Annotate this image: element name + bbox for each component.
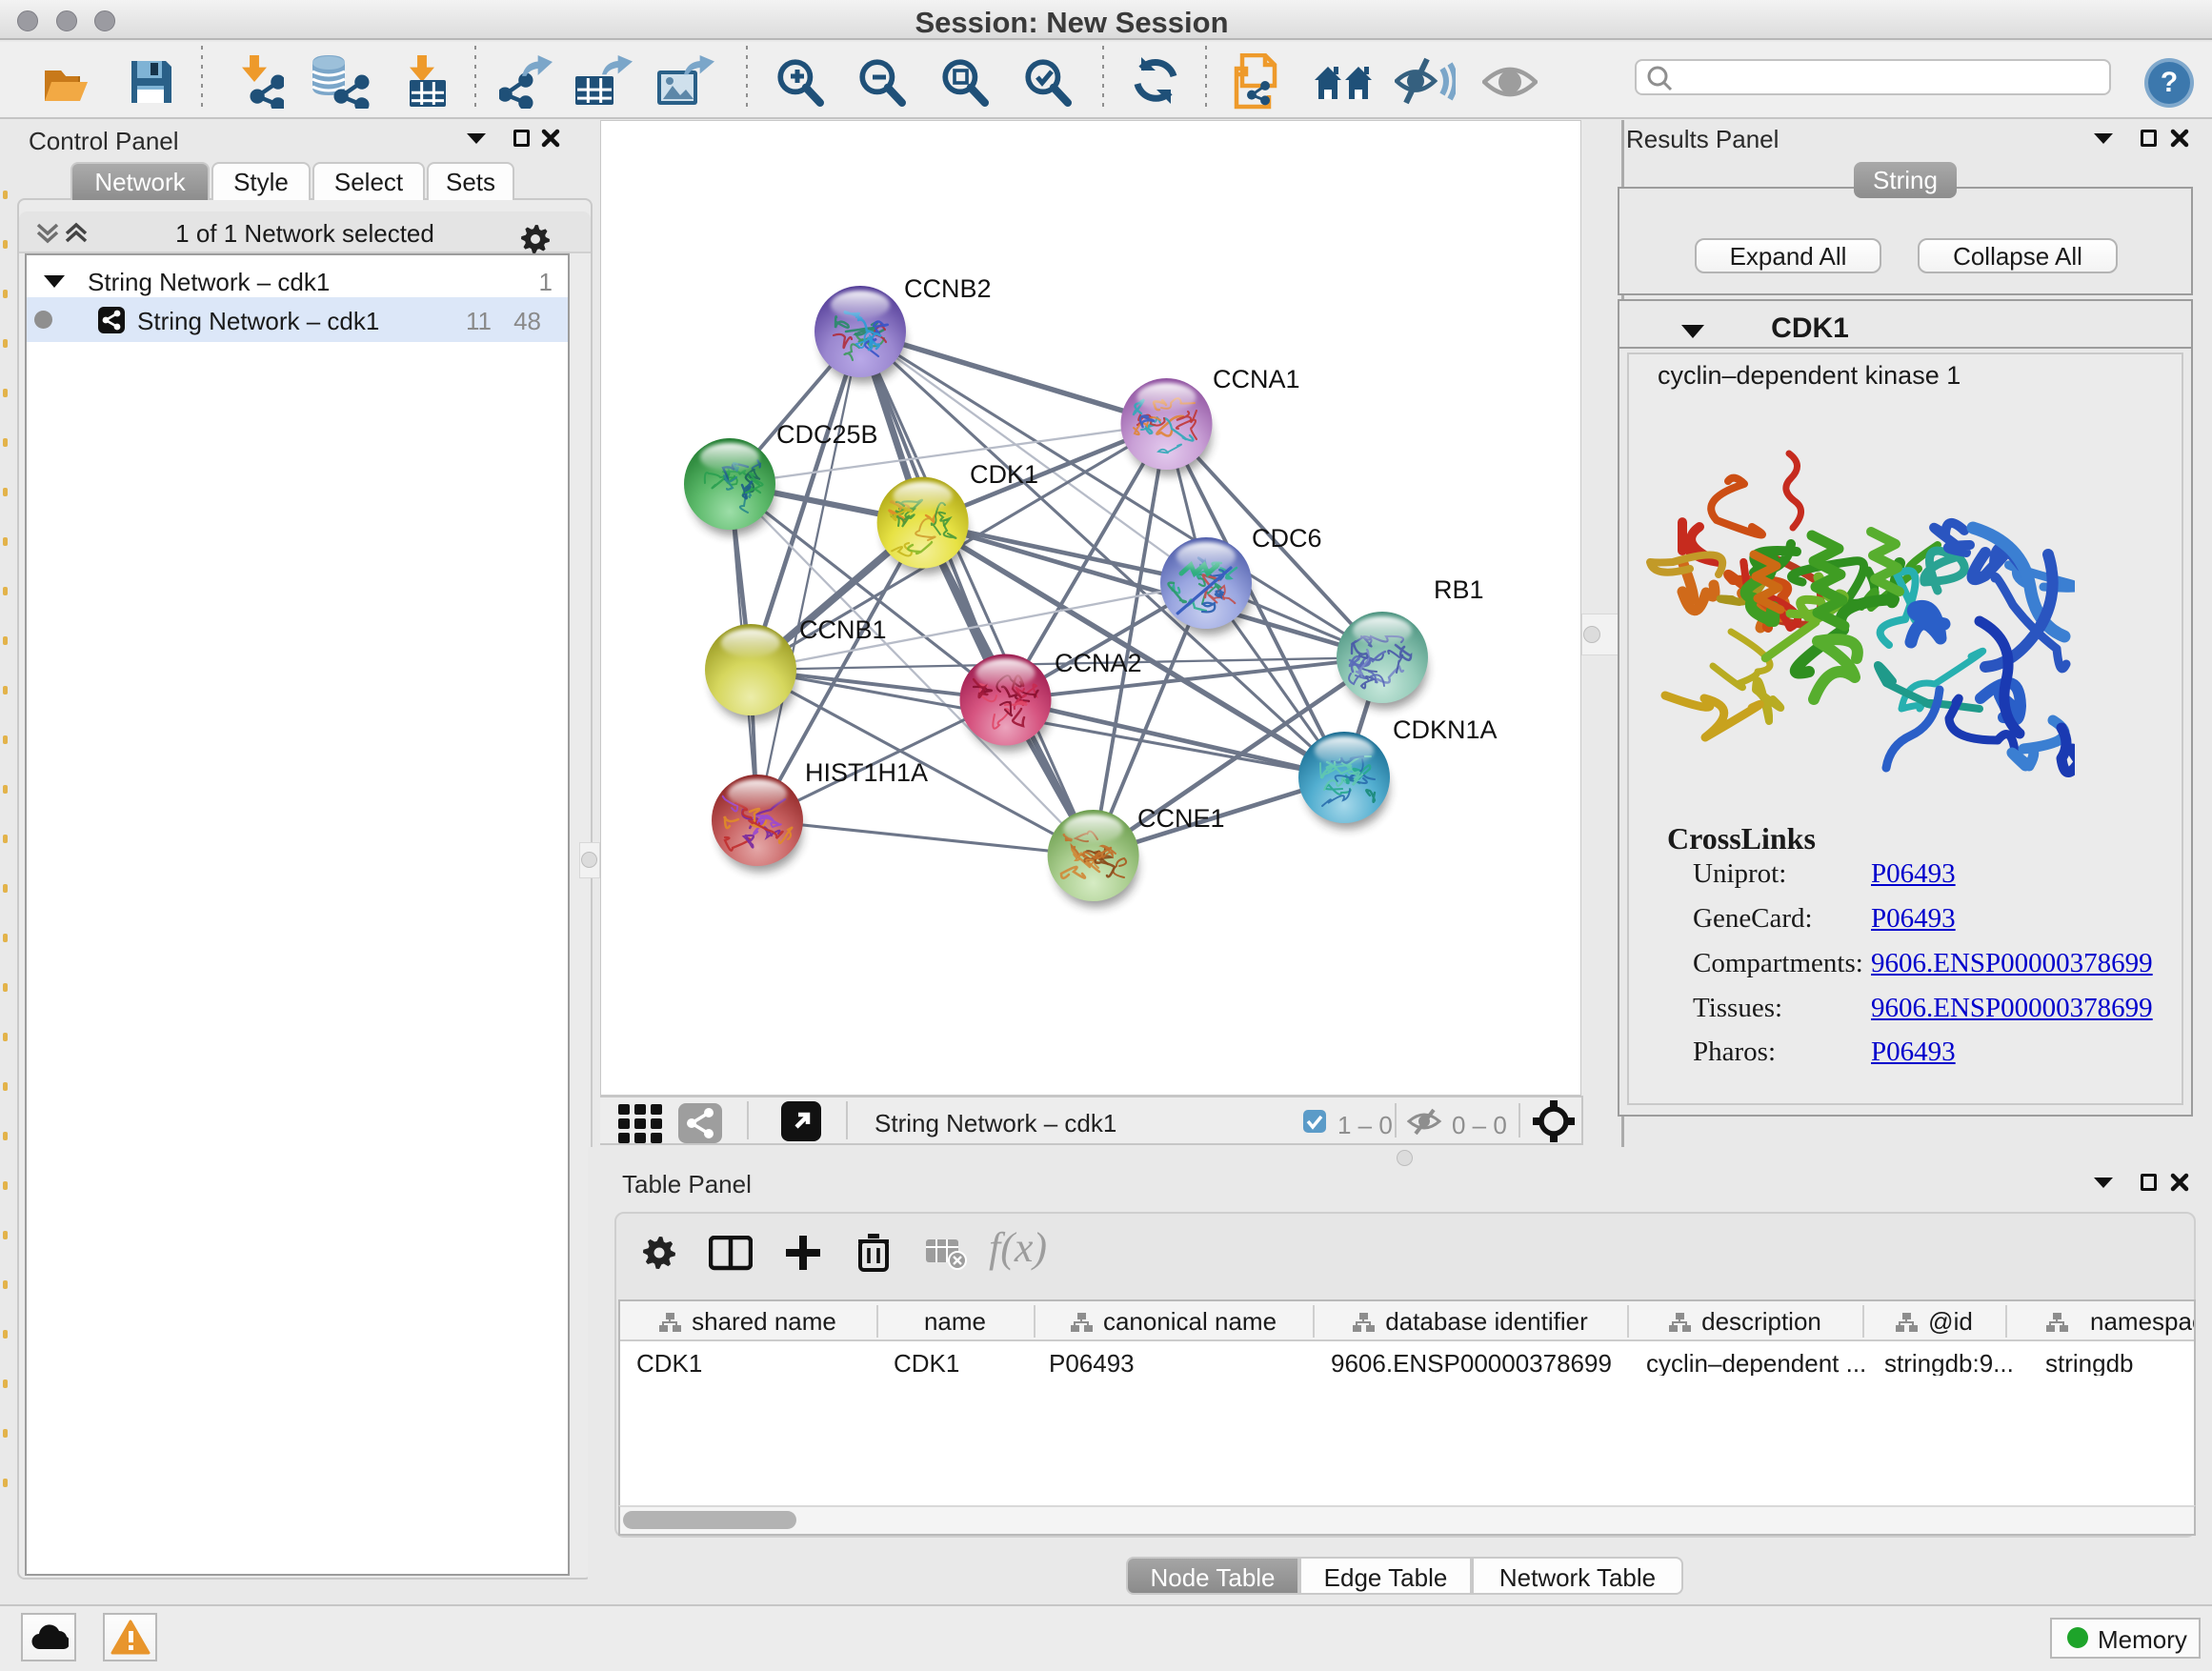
svg-text:CCNA1: CCNA1 [1213, 365, 1300, 393]
svg-text:CCNB1: CCNB1 [799, 615, 887, 644]
svg-text:CDC25B: CDC25B [776, 420, 878, 449]
svg-text:CCNA2: CCNA2 [1055, 649, 1142, 677]
svg-text:HIST1H1A: HIST1H1A [805, 758, 928, 787]
svg-text:?: ? [2161, 67, 2178, 98]
svg-text:CDK1: CDK1 [970, 460, 1038, 489]
svg-text:CDC6: CDC6 [1252, 524, 1322, 553]
svg-text:CCNB2: CCNB2 [904, 274, 992, 303]
svg-text:RB1: RB1 [1434, 575, 1484, 604]
svg-text:CDKN1A: CDKN1A [1393, 715, 1498, 744]
svg-text:CCNE1: CCNE1 [1137, 804, 1225, 833]
